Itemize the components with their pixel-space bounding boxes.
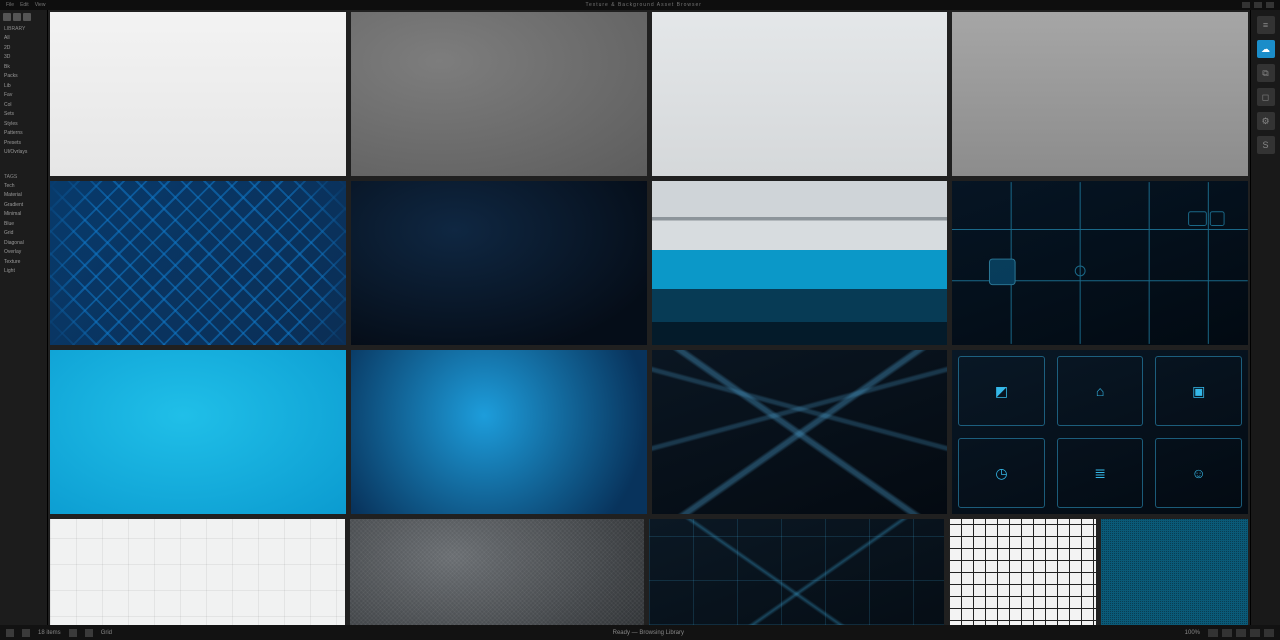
sidebar-tag-blue[interactable]: Blue [0, 220, 47, 230]
thumb-cyan-halftone[interactable] [1101, 519, 1248, 625]
menu-view[interactable]: View [35, 2, 46, 8]
thumbnail-grid: ◩ ⌂ ▣ ◷ ≣ ☺ [48, 10, 1250, 625]
adjust-icon[interactable]: ⚙ [1257, 112, 1275, 130]
titlebar: File Edit View Texture & Background Asse… [0, 0, 1280, 10]
thumb-tech-iconset[interactable]: ◩ ⌂ ▣ ◷ ≣ ☺ [952, 350, 1248, 514]
window-title: Texture & Background Asset Browser [45, 2, 1242, 8]
thumb-blue-radial[interactable] [351, 350, 647, 514]
thumb-paper-grid[interactable] [50, 519, 345, 625]
sidebar-item-2d[interactable]: 2D [0, 44, 47, 54]
sidebar-home-icon[interactable] [3, 13, 11, 21]
sidebar-item-packs[interactable]: Packs [0, 72, 47, 82]
thumb-carbon-weave[interactable] [350, 519, 645, 625]
status-grid-icon[interactable] [69, 629, 77, 637]
preview-icon[interactable]: ◻ [1257, 88, 1275, 106]
iconset-home-icon: ⌂ [1057, 356, 1144, 426]
menu-edit[interactable]: Edit [20, 2, 29, 8]
properties-icon[interactable]: ⧉ [1257, 64, 1275, 82]
sidebar-item-bk[interactable]: Bk [0, 63, 47, 73]
sidebar-item-sets[interactable]: Sets [0, 110, 47, 120]
cloud-icon[interactable]: ☁ [1257, 40, 1275, 58]
status-count: 18 items [38, 630, 61, 636]
menu-file[interactable]: File [6, 2, 14, 8]
status-tool-1-icon[interactable] [1208, 629, 1218, 637]
iconset-user-icon: ☺ [1155, 438, 1242, 508]
thumb-deep-navy[interactable] [351, 181, 647, 345]
sidebar-new-icon[interactable] [13, 13, 21, 21]
thumb-dark-grid-lines[interactable] [649, 519, 944, 625]
sidebar-item-patterns[interactable]: Patterns [0, 129, 47, 139]
sidebar-group2-header: TAGS [0, 172, 47, 182]
sidebar-item-3d[interactable]: 3D [0, 53, 47, 63]
status-mode-icon[interactable] [6, 629, 14, 637]
status-zoom: 100% [1185, 630, 1200, 636]
sidebar-open-icon[interactable] [23, 13, 31, 21]
status-message: Ready — Browsing Library [120, 630, 1177, 636]
sidebar-tag-texture[interactable]: Texture [0, 258, 47, 268]
sidebar-tag-overlay[interactable]: Overlay [0, 248, 47, 258]
sidebar-tag-light[interactable]: Light [0, 267, 47, 277]
status-layout-icon[interactable] [22, 629, 30, 637]
thumb-light-grey[interactable] [652, 12, 948, 176]
thumb-blue-chevron[interactable] [50, 181, 346, 345]
iconset-list-icon: ≣ [1057, 438, 1144, 508]
sidebar-tag-material[interactable]: Material [0, 191, 47, 201]
status-tool-5-icon[interactable] [1264, 629, 1274, 637]
status-tool-4-icon[interactable] [1250, 629, 1260, 637]
status-view-label: Grid [101, 630, 112, 636]
status-list-icon[interactable] [85, 629, 93, 637]
thumb-cyan-flat[interactable] [50, 350, 346, 514]
sidebar-item-fav[interactable]: Fav [0, 91, 47, 101]
close-button[interactable] [1266, 2, 1274, 8]
sidebar: LIBRARY All 2D 3D Bk Packs Lib Fav Col S… [0, 10, 48, 625]
thumb-grey-solid[interactable] [952, 12, 1248, 176]
minimize-button[interactable] [1242, 2, 1250, 8]
sidebar-item-overlays[interactable]: UI/Ovrlays [0, 148, 47, 158]
ai-icon[interactable]: S [1257, 136, 1275, 154]
layers-icon[interactable]: ≡ [1257, 16, 1275, 34]
sidebar-item-lib[interactable]: Lib [0, 82, 47, 92]
maximize-button[interactable] [1254, 2, 1262, 8]
thumb-dark-diagonals[interactable] [652, 350, 948, 514]
thumb-mid-grey[interactable] [351, 12, 647, 176]
status-tool-3-icon[interactable] [1236, 629, 1246, 637]
sidebar-item-presets[interactable]: Presets [0, 139, 47, 149]
iconset-clock-icon: ◷ [958, 438, 1045, 508]
status-tool-2-icon[interactable] [1222, 629, 1232, 637]
thumb-hud-wireframe[interactable] [952, 181, 1248, 345]
sidebar-tag-tech[interactable]: Tech [0, 182, 47, 192]
thumb-metal-cyan-stripes[interactable] [652, 181, 948, 345]
thumb-graph-paper[interactable] [949, 519, 1096, 625]
sidebar-item-all[interactable]: All [0, 34, 47, 44]
sidebar-tag-minimal[interactable]: Minimal [0, 210, 47, 220]
iconset-square-icon: ▣ [1155, 356, 1242, 426]
status-bar: 18 items Grid Ready — Browsing Library 1… [0, 625, 1280, 640]
sidebar-group1-header: LIBRARY [0, 24, 47, 34]
sidebar-tag-diagonal[interactable]: Diagonal [0, 239, 47, 249]
iconset-shape-icon: ◩ [958, 356, 1045, 426]
sidebar-item-col[interactable]: Col [0, 101, 47, 111]
sidebar-tag-gradient[interactable]: Gradient [0, 201, 47, 211]
window-controls [1242, 2, 1274, 8]
sidebar-item-styles[interactable]: Styles [0, 120, 47, 130]
sidebar-tag-grid[interactable]: Grid [0, 229, 47, 239]
thumb-white-solid[interactable] [50, 12, 346, 176]
right-panel: ≡ ☁ ⧉ ◻ ⚙ S [1250, 10, 1280, 625]
